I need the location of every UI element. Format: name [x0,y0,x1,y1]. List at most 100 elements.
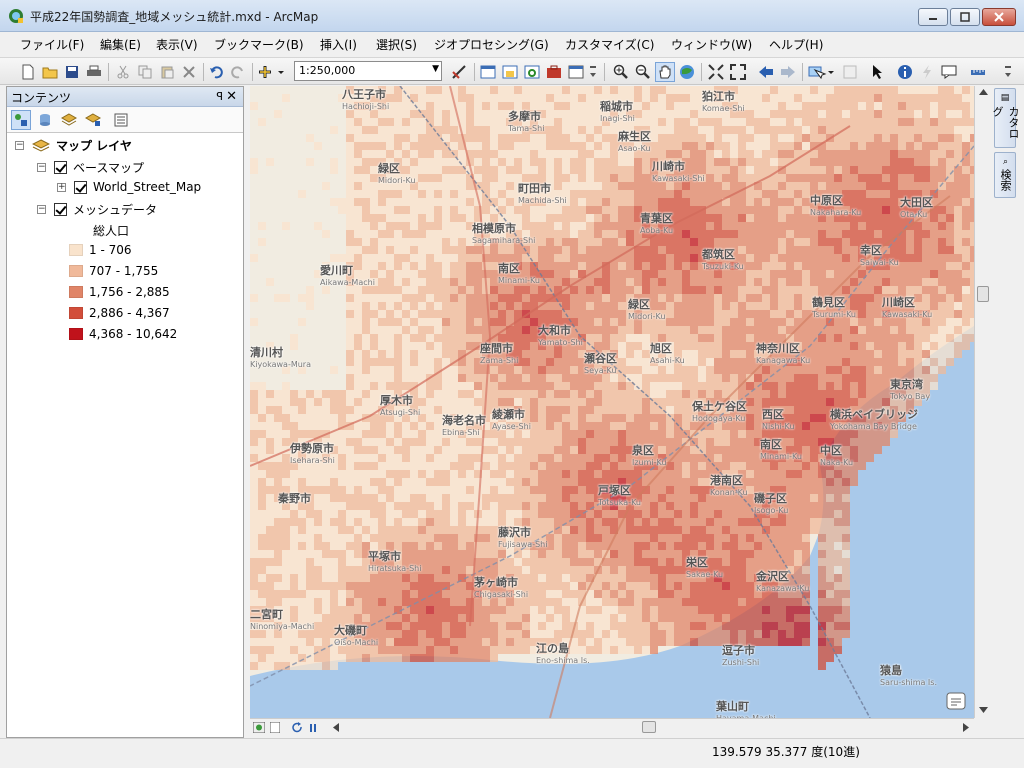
html-popup-button[interactable] [939,62,959,82]
map-vertical-scrollbar[interactable] [974,86,991,718]
scroll-right-icon[interactable] [962,723,970,732]
list-by-visibility-button[interactable] [59,110,79,130]
fixed-zoom-in-button[interactable] [706,62,726,82]
menu-windows[interactable]: ウィンドウ(W) [671,36,752,53]
search-tab[interactable]: ⌕ 検索 [994,152,1016,198]
menu-bookmarks[interactable]: ブックマーク(B) [214,36,304,53]
arctoolbox-button[interactable] [544,62,564,82]
menu-file[interactable]: ファイル(F) [20,36,84,53]
maximize-button[interactable] [950,8,980,26]
legend-swatch[interactable] [69,244,83,256]
vertical-scroll-thumb[interactable] [977,286,989,302]
refresh-button[interactable] [290,721,304,734]
add-data-button[interactable] [257,62,287,82]
collapse-icon[interactable]: − [37,205,46,214]
map-place-label: 逗子市 Zushi-Shi [722,644,760,667]
menu-view[interactable]: 表示(V) [156,36,198,53]
legend-class-row[interactable]: 2,886 - 4,367 [69,306,170,320]
tree-basemap-group[interactable]: − ベースマップ [37,159,144,176]
legend-swatch[interactable] [69,265,83,277]
database-icon [40,114,50,126]
undo-button[interactable] [206,62,226,82]
search-window-button[interactable] [522,62,542,82]
legend-class-row[interactable]: 1,756 - 2,885 [69,285,170,299]
menu-selection[interactable]: 選択(S) [376,36,417,53]
zoom-out-button[interactable] [633,62,653,82]
open-button[interactable] [40,62,60,82]
menu-edit[interactable]: 編集(E) [100,36,141,53]
print-button[interactable] [84,62,104,82]
delete-button[interactable] [179,62,199,82]
right-dock: ▤ カタログ ⌕ 検索 [991,86,1020,206]
data-view-button[interactable] [252,721,266,734]
map-place-label: 猿島 Saru-shima Is. [880,664,937,687]
select-elements-button[interactable] [868,62,888,82]
legend-class-row[interactable]: 1 - 706 [69,243,132,257]
expand-icon[interactable]: + [57,182,66,192]
legend-class-row[interactable]: 4,368 - 10,642 [69,327,177,341]
map-horizontal-scrollbar[interactable] [250,718,974,735]
catalog-window-button[interactable] [500,62,520,82]
identify-button[interactable] [895,62,915,82]
tree-mesh-layer[interactable]: − メッシュデータ [37,201,157,218]
toolbar-overflow-right[interactable] [1002,62,1014,82]
tree-world-street-map[interactable]: + World_Street_Map [57,180,201,194]
pin-icon[interactable]: ꟼ [216,90,223,103]
full-extent-button[interactable] [677,62,697,82]
select-features-icon [808,66,834,80]
basemap-visibility-checkbox[interactable] [54,161,67,174]
paste-button[interactable] [157,62,177,82]
legend-swatch[interactable] [69,328,83,340]
list-by-drawing-order-button[interactable] [11,110,31,130]
toc-close-button[interactable]: ✕ [226,89,237,104]
tree-map-layers[interactable]: − マップ レイヤ [15,137,132,154]
map-place-label: 厚木市 Atsugi-Shi [380,394,421,417]
menu-help[interactable]: ヘルプ(H) [769,36,823,53]
legend-swatch[interactable] [69,307,83,319]
map-scale-dropdown[interactable]: 1:250,000 ▼ [294,61,442,81]
map-place-label: 鶴見区 Tsurumi-Ku [812,296,856,319]
world-street-map-checkbox[interactable] [74,180,87,194]
list-by-source-button[interactable] [35,110,55,130]
save-button[interactable] [62,62,82,82]
horizontal-scroll-thumb[interactable] [642,721,656,733]
collapse-icon[interactable]: − [15,141,24,150]
toolbar-overflow[interactable] [588,62,598,82]
redo-button[interactable] [228,62,248,82]
map-view[interactable]: 八王子市 Hachioji-Shi 多摩市 Tama-Shi 稲城市 Inagi-Shi 狛… [250,86,974,718]
identify-info-icon [898,65,912,79]
clear-selection-button[interactable] [840,62,860,82]
toc-options-button[interactable] [111,110,131,130]
mesh-layer-checkbox[interactable] [54,203,67,216]
copy-button[interactable] [135,62,155,82]
zoom-in-button[interactable] [611,62,631,82]
go-forward-extent-button[interactable] [778,62,798,82]
menu-geoprocessing[interactable]: ジオプロセシング(G) [434,36,549,53]
layout-view-button[interactable] [268,721,282,734]
pause-drawing-button[interactable] [306,721,320,734]
minimize-button[interactable] [918,8,948,26]
new-button[interactable] [18,62,38,82]
scroll-left-icon[interactable] [332,723,340,732]
select-features-button[interactable] [806,62,836,82]
scroll-down-icon[interactable] [979,706,988,714]
editor-toolbar-button[interactable] [450,62,470,82]
collapse-icon[interactable]: − [37,163,46,172]
legend-swatch[interactable] [69,286,83,298]
scroll-up-icon[interactable] [979,88,988,96]
menu-insert[interactable]: 挿入(I) [320,36,357,53]
table-of-contents-button[interactable] [478,62,498,82]
close-window-button[interactable] [982,8,1016,26]
map-notes-icon[interactable] [946,692,966,710]
fixed-zoom-out-button[interactable] [728,62,748,82]
cut-button[interactable] [113,62,133,82]
menu-customize[interactable]: カスタマイズ(C) [565,36,654,53]
list-by-selection-button[interactable] [83,110,103,130]
legend-class-row[interactable]: 707 - 1,755 [69,264,158,278]
catalog-tab[interactable]: ▤ カタログ [991,88,1020,148]
hyperlink-button[interactable] [917,62,937,82]
python-window-button[interactable] [566,62,586,82]
go-back-extent-button[interactable] [756,62,776,82]
measure-button[interactable] [968,62,988,82]
pan-button[interactable] [655,62,675,82]
